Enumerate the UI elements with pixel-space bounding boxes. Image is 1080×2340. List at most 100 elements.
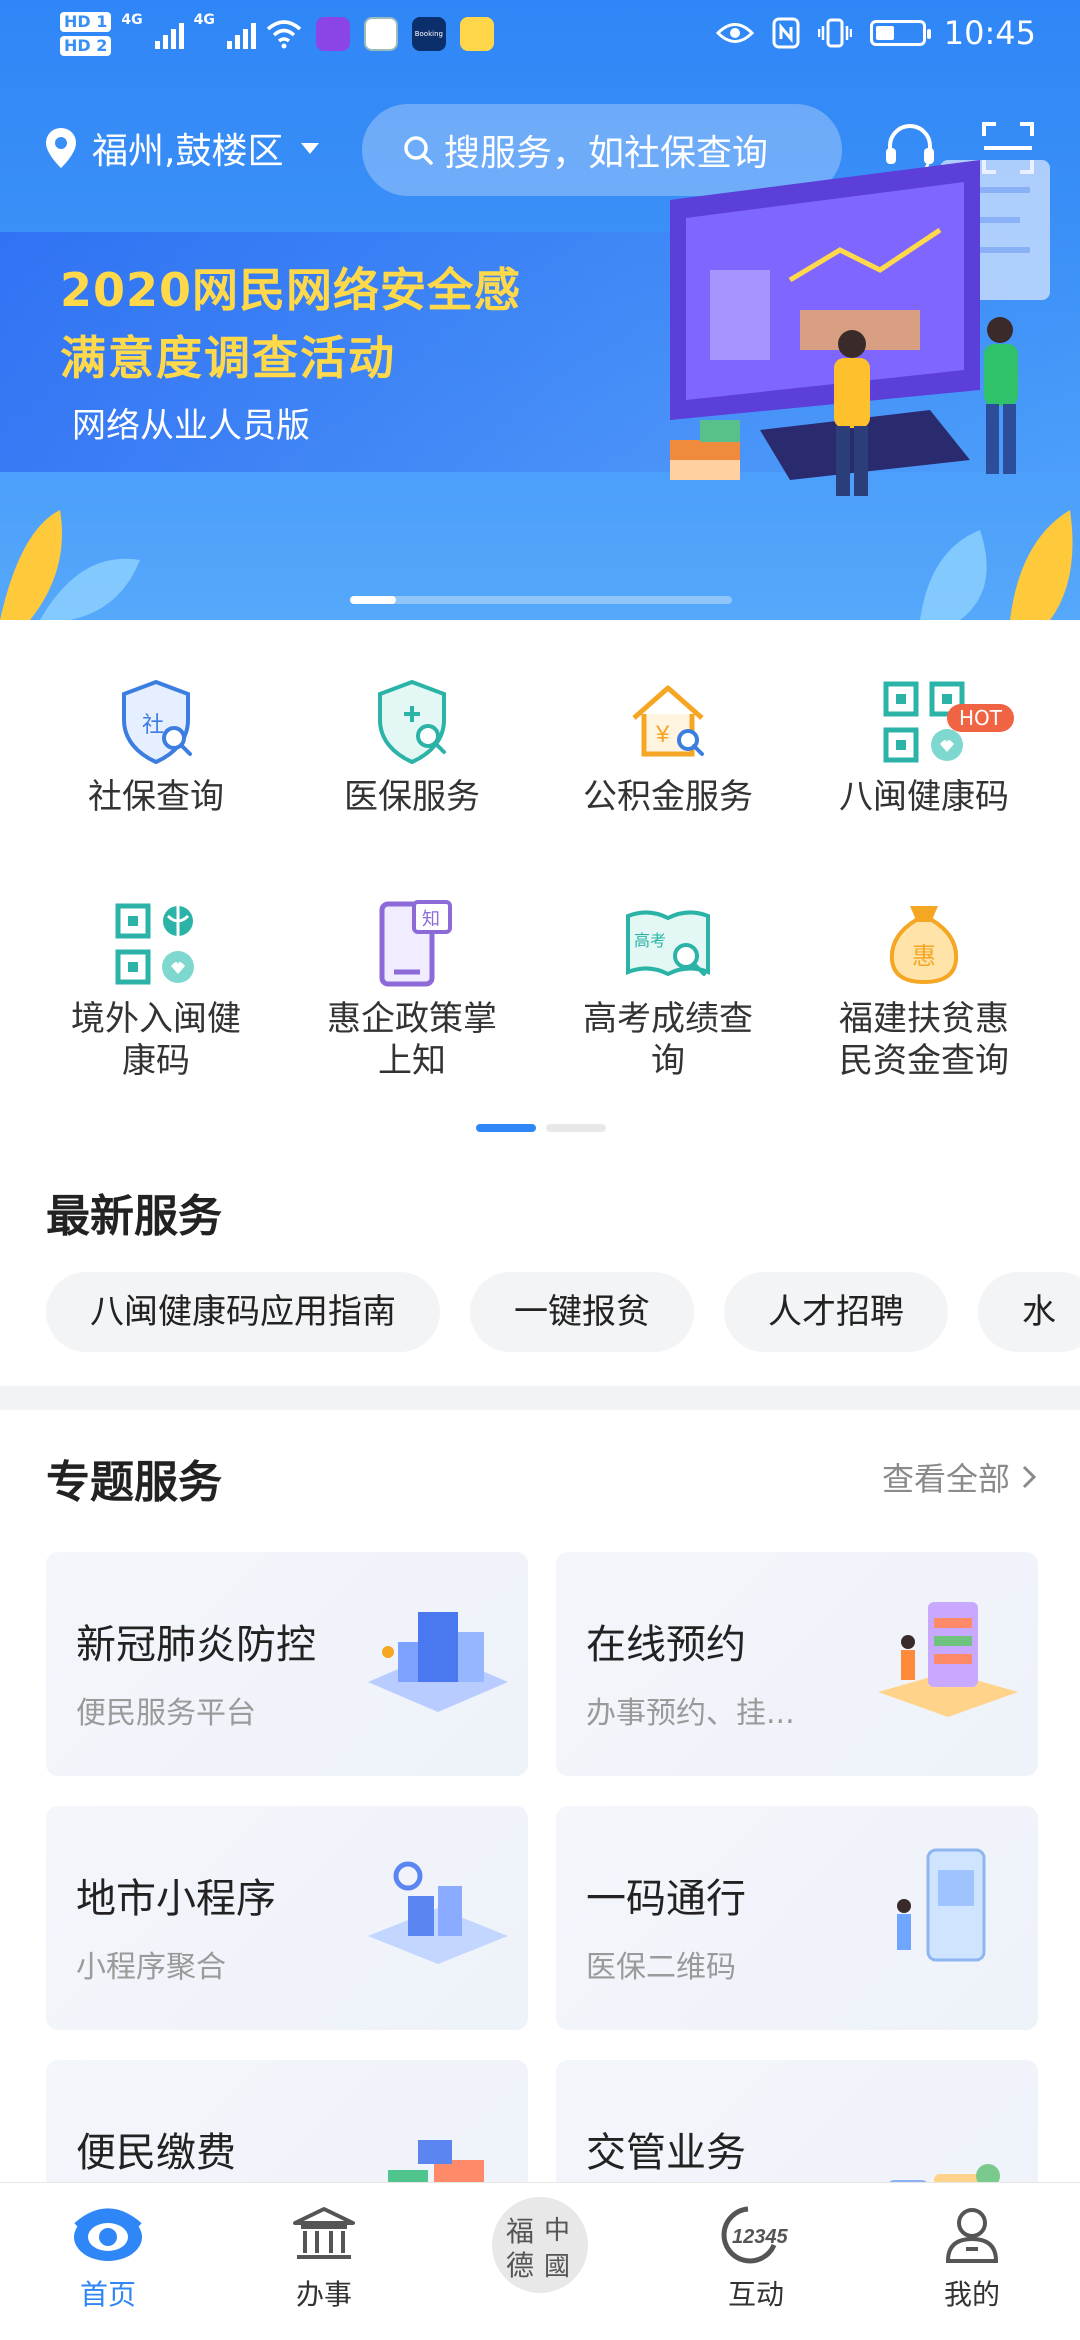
status-right: 10:45: [715, 14, 1036, 52]
fude-china-seal-icon: 福 中 德 國: [492, 2197, 588, 2293]
service-social-security[interactable]: 社 社保查询: [26, 674, 286, 818]
service-policy[interactable]: 知 惠企政策掌 上知: [282, 896, 542, 1082]
service-medical-insurance[interactable]: 医保服务: [282, 674, 542, 818]
service-label: 八闽健康码: [839, 777, 1009, 817]
service-housing-fund[interactable]: ¥ 公积金服务: [538, 674, 798, 818]
topic-card-one-code[interactable]: 一码通行 医保二维码: [556, 1806, 1038, 2030]
see-all-link[interactable]: 查看全部: [882, 1454, 1036, 1500]
status-time: 10:45: [943, 14, 1036, 52]
chip-health-code-guide[interactable]: 八闽健康码应用指南: [46, 1272, 440, 1352]
poverty-fund-icon: 惠: [889, 906, 959, 985]
see-all-label: 查看全部: [881, 1460, 1010, 1498]
banner-title-line2[interactable]: 满意度调查活动: [60, 322, 396, 388]
nfc-icon: [772, 17, 800, 49]
service-label: 高考成绩查 询: [583, 999, 753, 1081]
card-title: 便民缴费: [76, 2130, 236, 2176]
medical-insurance-icon: [378, 679, 446, 765]
hotline-text: 12345: [732, 2226, 788, 2248]
net1-label: 4G: [121, 12, 143, 28]
chip-talent-recruit[interactable]: 人才招聘: [724, 1272, 948, 1352]
nav-affairs[interactable]: 办事: [244, 2203, 404, 2313]
exam-icon-text: 高考: [634, 932, 666, 950]
leaf-decoration-left: [0, 510, 140, 620]
chip-more[interactable]: 水: [978, 1272, 1080, 1352]
hd1-label: HD 1: [60, 12, 112, 32]
net2-label: 4G: [193, 12, 215, 28]
service-grid: 社 社保查询 医保服务 ¥ 公积金服务 八闽健康码 HOT 境外入闽健 康码 知…: [0, 640, 1080, 1120]
chevron-down-icon: [301, 142, 320, 154]
exam-score-icon: 高考: [626, 910, 710, 977]
location-label: 福州,鼓楼区: [92, 131, 284, 172]
service-label: 境外入闽健 康码: [71, 999, 241, 1081]
nav-interaction[interactable]: 12345 互动: [676, 2203, 836, 2313]
nav-home[interactable]: 首页: [28, 2203, 188, 2313]
signal-icon-2: [226, 19, 256, 49]
service-label: 社保查询: [88, 777, 224, 817]
search-icon: [404, 136, 433, 165]
one-code-illustration: [897, 1848, 986, 1962]
pager-dot-active: [476, 1124, 536, 1132]
hd2-label: HD 2: [60, 36, 112, 56]
card-title: 在线预约: [586, 1622, 746, 1668]
card-title: 交管业务: [586, 2130, 746, 2176]
section-divider: [0, 1386, 1080, 1410]
vibrate-icon: [817, 18, 852, 48]
policy-icon-text: 知: [422, 909, 440, 929]
user-icon: [945, 2208, 999, 2263]
topic-card-covid[interactable]: 新冠肺炎防控 便民服务平台: [46, 1552, 528, 1776]
wifi-icon: [266, 20, 301, 49]
status-bar: HD 1 HD 2 4G 4G Booking 10:45: [0, 0, 1080, 76]
seal-char-3: 德: [506, 2250, 534, 2282]
appointment-illustration: [878, 1602, 1018, 1717]
topic-card-miniprogram[interactable]: 地市小程序 小程序聚合: [46, 1806, 528, 2030]
battery-icon: [869, 20, 931, 46]
card-title: 地市小程序: [76, 1876, 276, 1922]
card-title: 一码通行: [586, 1876, 746, 1922]
card-subtitle: 医保二维码: [586, 1950, 736, 1985]
service-exam-score[interactable]: 高考 高考成绩查 询: [538, 896, 798, 1082]
booking-app-icon: Booking: [411, 17, 446, 51]
banner-subtitle[interactable]: 网络从业人员版: [72, 398, 310, 447]
topic-card-appointment[interactable]: 在线预约 办事预约、挂...: [556, 1552, 1038, 1776]
hotline-12345-icon: 12345: [721, 2206, 788, 2264]
banner-indicator: [350, 596, 732, 604]
covid-illustration: [368, 1612, 508, 1712]
latest-services-title: 最新服务: [46, 1191, 222, 1242]
service-label: 福建扶贫惠 民资金查询: [839, 999, 1009, 1081]
topic-services-title: 专题服务: [46, 1457, 222, 1508]
message-app-icon: [459, 17, 494, 51]
miniprogram-illustration: [368, 1861, 508, 1964]
service-grid-pager: [476, 1124, 606, 1132]
service-overseas-health-code[interactable]: 境外入闽健 康码: [26, 896, 286, 1082]
status-left: HD 1 HD 2 4G 4G Booking: [60, 12, 494, 56]
video-app-icon: [315, 17, 350, 51]
nav-mine[interactable]: 我的: [892, 2203, 1052, 2313]
poverty-icon-text: 惠: [912, 943, 936, 970]
music-app-icon: [363, 17, 398, 51]
chip-poverty-report[interactable]: 一键报贫: [470, 1272, 694, 1352]
nav-label-home: 首页: [79, 2278, 136, 2311]
policy-icon: 知: [379, 900, 452, 987]
nav-fude-china[interactable]: 福 中 德 國: [460, 2195, 620, 2295]
nav-label-interaction: 互动: [727, 2278, 784, 2311]
government-building-icon: [293, 2207, 355, 2259]
service-label: 惠企政策掌 上知: [327, 999, 497, 1081]
signal-icon: [154, 19, 184, 49]
bottom-nav: 首页 办事 福 中 德 國 12345 互动 我的: [0, 2182, 1080, 2340]
seal-char-1: 福: [506, 2216, 534, 2248]
home-eye-icon: [74, 2208, 142, 2261]
seal-char-4: 國: [544, 2252, 570, 2281]
hd-indicator: HD 1 HD 2: [60, 12, 112, 56]
hero-section: HD 1 HD 2 4G 4G Booking 10:45 福州,鼓楼区 搜服务…: [0, 0, 1080, 620]
service-poverty-fund[interactable]: 惠 福建扶贫惠 民资金查询: [794, 896, 1054, 1082]
latest-chips: 八闽健康码应用指南 一键报贫 人才招聘 水: [46, 1272, 1080, 1352]
banner-title-line1[interactable]: 2020网民网络安全感: [60, 254, 521, 320]
service-label: 医保服务: [344, 777, 480, 817]
service-health-code[interactable]: 八闽健康码 HOT: [794, 674, 1054, 818]
chevron-right-icon: [1022, 1465, 1036, 1489]
leaf-decoration-right: [920, 510, 1073, 620]
location-selector[interactable]: 福州,鼓楼区: [44, 122, 320, 174]
seal-char-2: 中: [544, 2216, 570, 2245]
nav-label-affairs: 办事: [295, 2278, 352, 2311]
overseas-health-code-icon: [115, 903, 194, 985]
